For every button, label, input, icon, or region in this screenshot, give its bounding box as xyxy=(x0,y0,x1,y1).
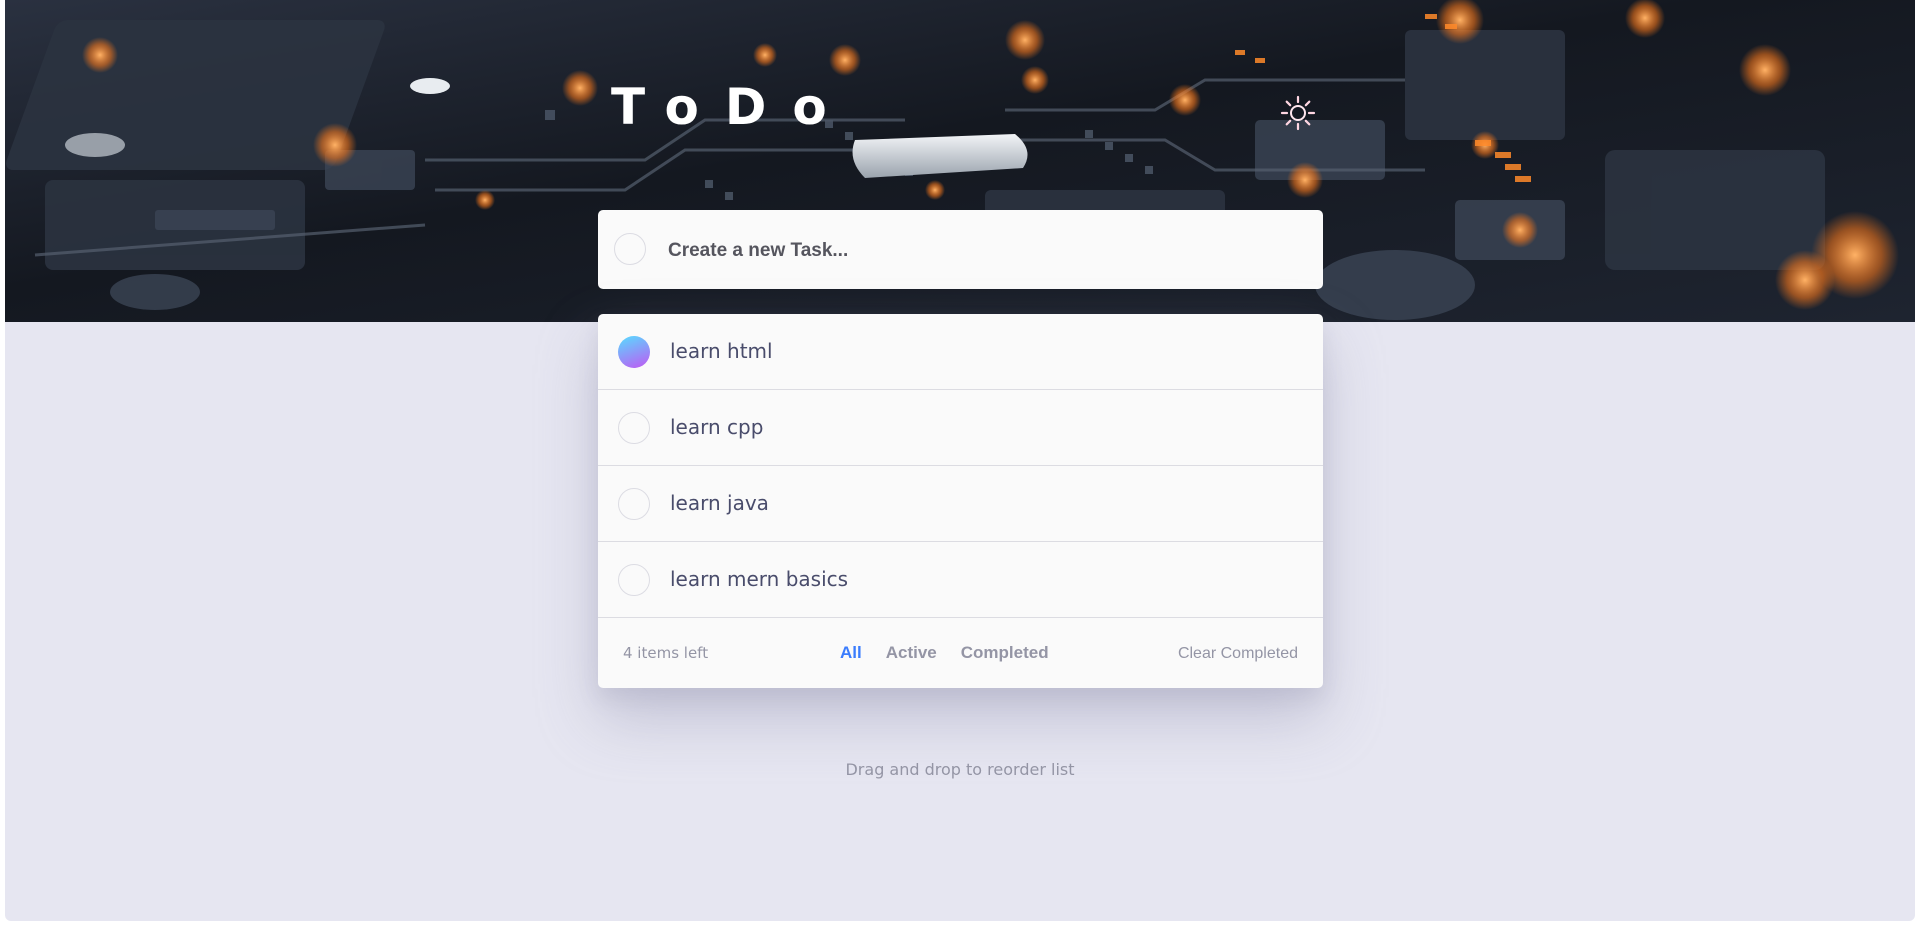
todo-list: learn html learn cpp learn java learn me… xyxy=(598,314,1323,688)
theme-toggle-button[interactable] xyxy=(1280,95,1316,131)
todo-checkbox-checked[interactable] xyxy=(618,336,650,368)
drag-drop-hint: Drag and drop to reorder list xyxy=(845,760,1075,779)
app-window: ToDo learn html learn cpp xyxy=(5,0,1915,921)
filter-group: All Active Completed xyxy=(840,643,1049,663)
list-footer: 4 items left All Active Completed Clear … xyxy=(598,618,1323,688)
todo-text: learn java xyxy=(670,491,769,515)
clear-completed-button[interactable]: Clear Completed xyxy=(1178,645,1298,663)
todo-text: learn cpp xyxy=(670,415,764,439)
todo-item[interactable]: learn html xyxy=(598,314,1323,390)
sun-icon xyxy=(1280,95,1316,131)
filter-active[interactable]: Active xyxy=(886,643,937,663)
new-task-form xyxy=(598,210,1323,289)
todo-text: learn mern basics xyxy=(670,567,849,591)
todo-item[interactable]: learn cpp xyxy=(598,390,1323,466)
filter-completed[interactable]: Completed xyxy=(961,643,1049,663)
todo-item[interactable]: learn java xyxy=(598,466,1323,542)
app-title: ToDo xyxy=(611,78,853,136)
new-task-input[interactable] xyxy=(666,230,1290,272)
new-task-checkbox[interactable] xyxy=(614,233,646,265)
todo-text: learn html xyxy=(670,339,773,363)
filter-all[interactable]: All xyxy=(840,643,862,663)
todo-item[interactable]: learn mern basics xyxy=(598,542,1323,618)
items-left-count: 4 items left xyxy=(623,644,709,662)
todo-checkbox[interactable] xyxy=(618,488,650,520)
todo-checkbox[interactable] xyxy=(618,564,650,596)
todo-checkbox[interactable] xyxy=(618,412,650,444)
